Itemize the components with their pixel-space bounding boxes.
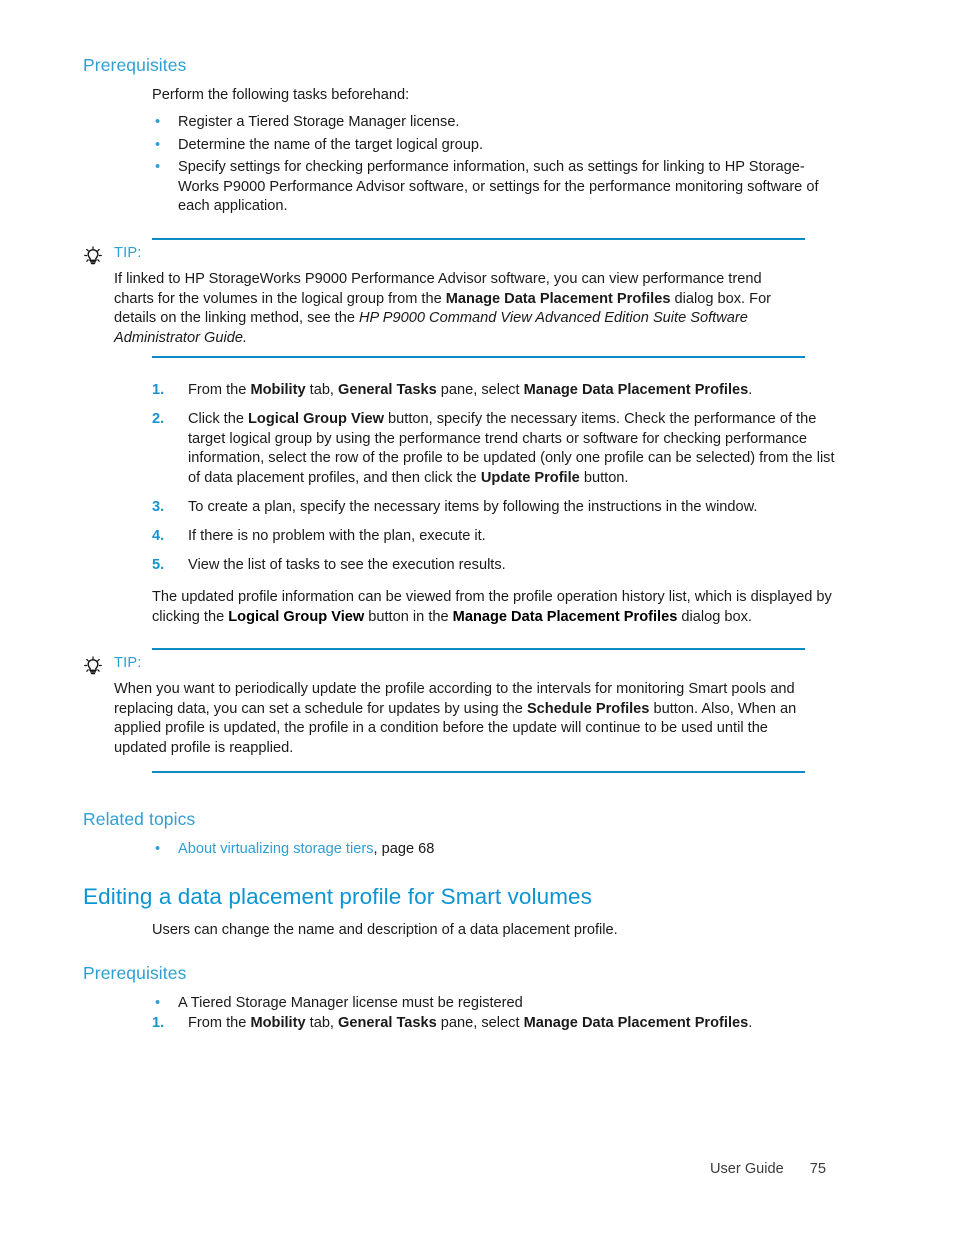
closing-part-c: dialog box. xyxy=(677,608,752,625)
tip-1-italic-guide-2: Administrator Guide. xyxy=(114,329,248,346)
step-text: tab, xyxy=(305,1015,339,1031)
bullet-icon: • xyxy=(155,114,161,130)
section-two-intro: Users can change the name and descriptio… xyxy=(152,922,618,938)
related-topics-heading: Related topics xyxy=(83,809,196,829)
list-item: 1. From the Mobility tab, General Tasks p… xyxy=(152,381,844,401)
step-emphasis: Mobility xyxy=(250,1015,306,1031)
tip-rule-top-2 xyxy=(152,648,805,650)
prerequisite-license-text: A Tiered Storage Manager license must be… xyxy=(178,995,523,1011)
step-number: 1. xyxy=(152,382,165,398)
step-emphasis: General Tasks xyxy=(338,1015,437,1031)
step-emphasis: General Tasks xyxy=(338,382,437,398)
list-item: • A Tiered Storage Manager license must b… xyxy=(152,994,842,1014)
footer-guide-label: User Guide xyxy=(709,1161,784,1177)
bullet-icon: • xyxy=(155,159,161,175)
step-number: 2. xyxy=(152,410,165,427)
bullet-icon: • xyxy=(155,136,161,153)
closing-bold-logical-group-view: Logical Group View xyxy=(228,608,365,625)
tip-box-2: TIP: When you want to periodically updat… xyxy=(83,648,823,773)
step-emphasis: Manage Data Placement Profiles xyxy=(523,1015,749,1031)
step-emphasis: Manage Data Placement Profiles xyxy=(523,382,749,398)
step-text: From the xyxy=(188,1015,251,1031)
tip-2-bold-schedule-profiles: Schedule Profiles xyxy=(526,700,650,717)
list-item: • Register a Tiered Storage Manager licen… xyxy=(152,113,842,133)
step-number: 5. xyxy=(152,556,165,573)
procedure-step-list: 1. From the Mobility tab, General Tasks p… xyxy=(152,381,844,584)
tip-label-1: TIP: xyxy=(114,245,142,261)
prerequisites-bullet-list-1: • Register a Tiered Storage Manager licen… xyxy=(152,113,842,220)
step-text: pane, select xyxy=(436,1015,524,1031)
list-item: • About virtualizing storage tiers, page … xyxy=(152,840,842,860)
tip-body-1: If linked to HP StorageWorks P9000 Perfo… xyxy=(114,270,804,348)
tip-1-line-2b: dialog box. xyxy=(670,290,746,307)
footer-page-number: 75 xyxy=(809,1161,826,1177)
bullet-icon: • xyxy=(155,841,161,857)
prerequisites-intro: Perform the following tasks beforehand: xyxy=(152,87,410,103)
list-item: 1. From the Mobility tab, General Tasks p… xyxy=(152,1014,844,1034)
step-text: tab, xyxy=(305,382,339,398)
tip-rule-bottom-2 xyxy=(152,771,805,773)
list-item: • Determine the name of the target logica… xyxy=(152,136,842,156)
step-text: button. xyxy=(579,470,629,487)
list-item: 4. If there is no problem with the plan, … xyxy=(152,527,844,547)
list-item: 2. Click the Logical Group View button, s… xyxy=(152,410,844,489)
page-title: Editing a data placement profile for Sma… xyxy=(83,884,592,909)
tip-rule-top-1 xyxy=(152,238,805,240)
list-item-label: Specify settings for checking performanc… xyxy=(178,159,819,214)
tip-rule-bottom-1 xyxy=(152,356,805,358)
list-item: 3. To create a plan, specify the necessar… xyxy=(152,498,844,518)
step-emphasis: Logical Group View xyxy=(248,410,384,427)
closing-part-b: button in the xyxy=(364,608,453,625)
tip-1-italic-guide-1: HP P9000 Command View Advanced Edition S… xyxy=(359,310,748,326)
list-item-label: Register a Tiered Storage Manager licens… xyxy=(178,114,460,130)
closing-bold-manage-profiles: Manage Data Placement Profiles xyxy=(452,608,678,625)
step-text: From the xyxy=(188,382,251,398)
list-item: 5. View the list of tasks to see the exec… xyxy=(152,556,844,576)
step-text: . xyxy=(748,1015,753,1031)
prerequisites-heading-2: Prerequisites xyxy=(83,963,187,983)
related-topic-page-ref: , page 68 xyxy=(373,841,435,857)
step-emphasis: Mobility xyxy=(250,382,306,398)
step-text: . xyxy=(748,382,753,398)
closing-paragraph: The updated profile information can be v… xyxy=(152,588,852,627)
list-item-label: Determine the name of the target logical… xyxy=(178,136,484,153)
tip-1-line-1: If linked to HP StorageWorks P9000 Perfo… xyxy=(114,271,762,287)
bullet-icon: • xyxy=(155,995,161,1011)
tip-label-2: TIP: xyxy=(114,655,142,671)
page-footer: User Guide 75 xyxy=(0,1161,954,1177)
step-text: To create a plan, specify the necessary … xyxy=(188,498,758,515)
step-emphasis: Update Profile xyxy=(480,470,580,487)
step-number: 4. xyxy=(152,527,165,544)
step-text: pane, select xyxy=(436,382,524,398)
lightbulb-icon xyxy=(83,656,103,676)
prerequisites-heading-1: Prerequisites xyxy=(83,55,187,75)
step-text: Click the xyxy=(188,410,249,427)
step-number: 3. xyxy=(152,498,165,515)
link-about-virtualizing-storage-tiers[interactable]: About virtualizing storage tiers xyxy=(178,841,374,857)
tip-1-line-2a: charts for the volumes in the logical gr… xyxy=(114,290,446,307)
step-number: 1. xyxy=(152,1015,165,1031)
tip-box-1: TIP: If linked to HP StorageWorks P9000 … xyxy=(83,238,823,358)
section-two-step-list: 1. From the Mobility tab, General Tasks p… xyxy=(152,1014,844,1043)
tip-1-bold-profiles: Manage Data Placement Profiles xyxy=(445,290,671,307)
list-item: • Specify settings for checking performan… xyxy=(152,158,842,217)
step-text: If there is no problem with the plan, ex… xyxy=(188,527,486,544)
tip-body-2: When you want to periodically update the… xyxy=(114,680,804,758)
document-page: Prerequisites Perform the following task… xyxy=(0,0,954,1235)
related-topics-list: • About virtualizing storage tiers, page … xyxy=(152,840,842,863)
step-text: View the list of tasks to see the execut… xyxy=(188,556,506,573)
lightbulb-icon xyxy=(83,246,103,266)
